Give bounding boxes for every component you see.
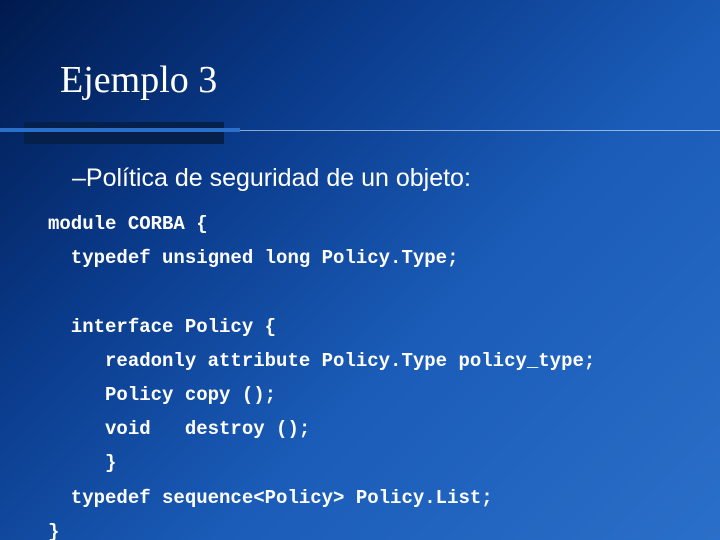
code-line: void destroy ();: [48, 418, 310, 440]
code-line: Policy copy ();: [48, 384, 276, 406]
code-line: interface Policy {: [48, 316, 276, 338]
slide-container: Ejemplo 3 –Política de seguridad de un o…: [0, 0, 720, 540]
code-line: }: [48, 452, 116, 474]
code-line: typedef sequence<Policy> Policy.List;: [48, 487, 493, 509]
underline-dark-bar: [24, 122, 224, 144]
slide-title: Ejemplo 3: [0, 0, 720, 112]
title-underline-decoration: [0, 122, 720, 146]
code-line: }: [48, 521, 59, 540]
code-block: module CORBA { typedef unsigned long Pol…: [0, 193, 720, 540]
code-line: typedef unsigned long Policy.Type;: [48, 247, 458, 269]
code-line: readonly attribute Policy.Type policy_ty…: [48, 350, 595, 372]
code-line: module CORBA {: [48, 213, 208, 235]
underline-light-bar: [0, 128, 240, 132]
